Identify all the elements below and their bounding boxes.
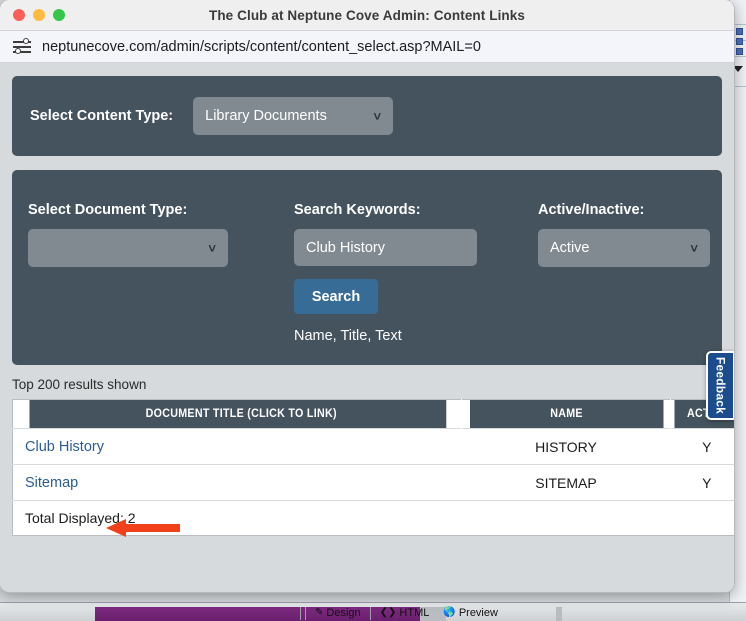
close-window-button[interactable] bbox=[13, 9, 25, 21]
page-content: Select Content Type: Library Documents ˅… bbox=[0, 63, 734, 592]
globe-icon: 🌎 bbox=[443, 607, 456, 618]
cell-active: Y bbox=[670, 464, 734, 501]
screenshot-root: ✎ Design ❮❯ HTML 🌎 Preview The Club at N… bbox=[0, 0, 746, 621]
bg-tab-html-label: HTML bbox=[399, 607, 430, 619]
bg-tab-design[interactable]: ✎ Design bbox=[310, 607, 366, 619]
cell-document-title: Club History bbox=[12, 428, 462, 465]
page-settings-sliders-icon[interactable] bbox=[12, 37, 32, 57]
search-button[interactable]: Search bbox=[294, 279, 378, 314]
column-header-document-title[interactable]: DOCUMENT TITLE (CLICK TO LINK) bbox=[28, 399, 447, 429]
url-text[interactable]: neptunecove.com/admin/scripts/content/co… bbox=[42, 39, 481, 55]
document-link-club-history[interactable]: Club History bbox=[25, 439, 104, 455]
chevron-down-icon: ˅ bbox=[690, 240, 698, 256]
background-status-strip: ✎ Design ❮❯ HTML 🌎 Preview bbox=[0, 602, 746, 621]
bg-blue-marker bbox=[736, 48, 743, 55]
bg-tab-preview-label: Preview bbox=[458, 607, 498, 619]
content-type-select-value: Library Documents bbox=[205, 108, 327, 124]
background-view-tabs[interactable]: ✎ Design ❮❯ HTML 🌎 Preview bbox=[300, 605, 503, 621]
bg-tab-html[interactable]: ❮❯ HTML bbox=[375, 607, 435, 619]
chevron-down-icon: ˅ bbox=[208, 240, 216, 256]
bg-blue-marker bbox=[736, 28, 743, 35]
code-brackets-icon: ❮❯ bbox=[379, 607, 397, 618]
keywords-field-group: Search Keywords: Search Name, Title, Tex… bbox=[294, 202, 477, 344]
results-table: DOCUMENT TITLE (CLICK TO LINK) NAME ACTI… bbox=[12, 399, 734, 536]
window-title: The Club at Neptune Cove Admin: Content … bbox=[208, 7, 525, 23]
content-type-panel: Select Content Type: Library Documents ˅ bbox=[12, 76, 722, 156]
feedback-tab-label: Feedback bbox=[713, 357, 728, 414]
search-keywords-label: Search Keywords: bbox=[294, 202, 421, 218]
chevron-down-icon: ˅ bbox=[373, 108, 382, 124]
active-inactive-select[interactable]: Active ˅ bbox=[538, 229, 710, 267]
cell-name: HISTORY bbox=[461, 428, 671, 465]
search-fields-hint: Name, Title, Text bbox=[294, 328, 402, 344]
bg-blue-marker bbox=[736, 38, 743, 45]
total-displayed-text: Total Displayed: 2 bbox=[12, 500, 462, 536]
active-inactive-field-group: Active/Inactive: Active ˅ bbox=[538, 202, 710, 267]
pencil-icon: ✎ bbox=[315, 607, 324, 618]
browser-window: The Club at Neptune Cove Admin: Content … bbox=[0, 0, 735, 593]
document-type-select[interactable]: ˅ bbox=[28, 229, 228, 267]
search-panel: Select Document Type: ˅ Search Keywords:… bbox=[12, 170, 722, 365]
window-titlebar: The Club at Neptune Cove Admin: Content … bbox=[0, 0, 734, 31]
document-link-sitemap[interactable]: Sitemap bbox=[25, 475, 78, 491]
minimize-window-button[interactable] bbox=[33, 9, 45, 21]
feedback-tab[interactable]: Feedback bbox=[706, 351, 734, 420]
table-total-row: Total Displayed: 2 bbox=[12, 500, 734, 536]
address-bar[interactable]: neptunecove.com/admin/scripts/content/co… bbox=[0, 31, 734, 63]
content-type-select[interactable]: Library Documents ˅ bbox=[193, 97, 394, 135]
table-row: Sitemap SITEMAP Y bbox=[12, 464, 734, 501]
table-row: Club History HISTORY Y bbox=[12, 428, 734, 465]
table-header-row: DOCUMENT TITLE (CLICK TO LINK) NAME ACTI… bbox=[13, 399, 734, 429]
document-type-label: Select Document Type: bbox=[28, 202, 188, 218]
traffic-light-buttons[interactable] bbox=[13, 9, 65, 21]
bg-tab-design-label: Design bbox=[326, 607, 361, 619]
document-type-field-group: Select Document Type: ˅ bbox=[28, 202, 228, 267]
cell-document-title: Sitemap bbox=[12, 464, 462, 501]
bg-tab-preview[interactable]: 🌎 Preview bbox=[438, 607, 503, 619]
cell-active: Y bbox=[670, 428, 734, 465]
cell-name: SITEMAP bbox=[461, 464, 671, 501]
search-keywords-input[interactable] bbox=[294, 229, 477, 266]
content-type-label: Select Content Type: bbox=[30, 108, 174, 124]
active-inactive-select-value: Active bbox=[550, 240, 590, 256]
active-inactive-label: Active/Inactive: bbox=[538, 202, 645, 218]
results-note: Top 200 results shown bbox=[12, 377, 147, 392]
zoom-window-button[interactable] bbox=[53, 9, 65, 21]
column-header-name[interactable]: NAME bbox=[468, 399, 664, 429]
